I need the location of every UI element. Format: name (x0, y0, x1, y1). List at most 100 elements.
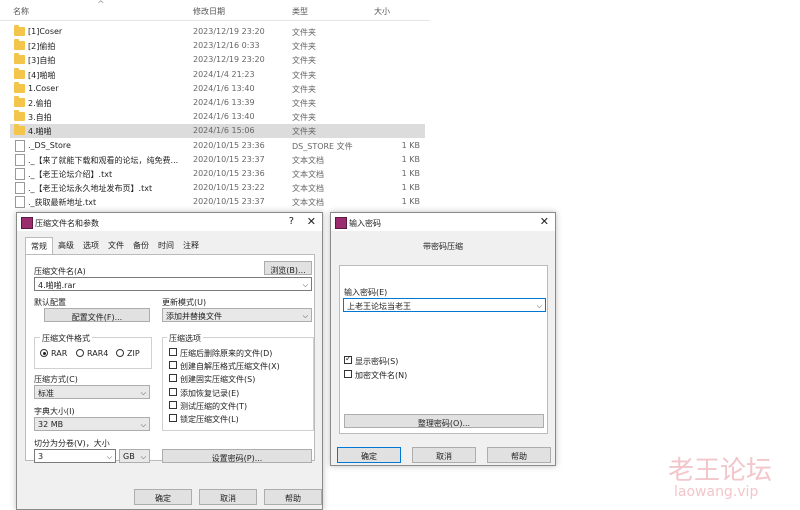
file-name: ._获取最新地址.txt (28, 198, 97, 208)
password-cancel-button[interactable]: 取消 (412, 447, 476, 463)
file-type: 文本文档 (292, 155, 324, 165)
option-checkbox[interactable] (169, 348, 177, 356)
tab-4[interactable]: 备份 (129, 237, 153, 254)
file-name: [2]偷拍 (28, 42, 56, 52)
dict-value: 32 MB (38, 420, 64, 429)
column-date[interactable]: 修改日期 (193, 6, 225, 17)
file-row[interactable]: [3]自拍 2023/12/19 23:20 文件夹 (10, 53, 425, 67)
file-row[interactable]: 3.自拍 2024/1/6 13:40 文件夹 (10, 110, 425, 124)
file-size: 1 KB (401, 154, 420, 164)
file-name: 2.偷拍 (28, 99, 52, 108)
password-input[interactable]: 上老王论坛当老王 ⌵ (343, 298, 546, 312)
text-file-icon (15, 153, 25, 166)
folder-icon (14, 81, 25, 93)
file-row[interactable]: 4.啪啪 2024/1/6 15:06 文件夹 (10, 124, 425, 139)
chevron-down-icon[interactable]: ⌵ (537, 302, 542, 311)
file-row[interactable]: [1]Coser 2023/12/19 23:20 文件夹 (10, 25, 425, 39)
split-size-input[interactable]: 3 ⌵ (34, 449, 116, 463)
cancel-button[interactable]: 取消 (199, 489, 257, 505)
close-icon[interactable]: ✕ (540, 215, 549, 228)
option-checkbox[interactable] (169, 361, 177, 370)
set-password-button[interactable]: 设置密码(P)... (162, 449, 312, 463)
help-question-button[interactable]: ? (289, 216, 294, 227)
chevron-down-icon: ⌵ (106, 453, 112, 461)
chevron-down-icon: ⌵ (302, 312, 308, 320)
split-size-value: 3 (38, 452, 44, 461)
tab-0[interactable]: 常规 (25, 237, 53, 255)
column-type[interactable]: 类型 (292, 6, 308, 17)
format-rar-radio[interactable] (40, 349, 48, 357)
default-config-label: 默认配置 (34, 298, 66, 307)
file-row[interactable]: 1.Coser 2024/1/6 13:40 文件夹 (10, 81, 425, 96)
tab-1[interactable]: 高级 (54, 237, 78, 254)
file-name: ._【老王论坛介绍】.txt (28, 170, 113, 179)
file-date: 2024/1/6 13:40 (193, 83, 255, 93)
file-type: 文件夹 (292, 28, 316, 37)
file-row[interactable]: [2]偷拍 2023/12/16 0:33 文件夹 (10, 39, 425, 53)
watermark-logo: 老王论坛 (668, 456, 773, 486)
file-row[interactable]: ._获取最新地址.txt 2020/10/15 23:37 文本文档 1 KB (10, 195, 425, 209)
password-ok-button[interactable]: 确定 (337, 447, 401, 463)
watermark-url: laowang.vip (674, 484, 759, 500)
file-row[interactable]: ._【老王论坛介绍】.txt 2020/10/15 23:36 文本文档 1 KB (10, 167, 425, 181)
folder-icon (14, 25, 25, 36)
file-row[interactable]: ._【老王论坛永久地址发布页】.txt 2020/10/15 23:22 文本文档 1… (10, 181, 425, 195)
file-date: 2020/10/15 23:37 (193, 197, 265, 207)
sort-up-icon: ^ (97, 0, 105, 10)
tab-5[interactable]: 时间 (154, 237, 178, 254)
archive-dialog-titlebar: 压缩文件名和参数 ? ✕ (17, 213, 322, 231)
folder-icon (14, 53, 25, 65)
method-label: 压缩方式(C) (34, 375, 78, 384)
option-checkbox[interactable] (169, 387, 177, 396)
tab-2[interactable]: 选项 (79, 237, 103, 254)
chevron-down-icon: ⌵ (140, 389, 146, 397)
folder-icon (14, 96, 25, 107)
file-row[interactable]: ._DS_Store 2020/10/15 23:36 DS_STORE 文件 1 K… (10, 139, 425, 153)
dict-select[interactable]: 32 MB ⌵ (34, 417, 150, 431)
file-name: ._【来了就能下载和观看的论坛，纯免费... (28, 155, 179, 165)
option-checkbox[interactable] (169, 374, 177, 383)
column-size[interactable]: 大小 (374, 6, 390, 17)
file-type: 文件夹 (292, 113, 316, 123)
ok-button[interactable]: 确定 (134, 489, 192, 505)
option-checkbox[interactable] (169, 400, 177, 409)
tab-3[interactable]: 文件 (104, 237, 128, 254)
file-type: DS_STORE 文件 (292, 141, 353, 151)
file-date: 2024/1/6 13:39 (193, 98, 255, 107)
file-type: 文本文档 (292, 184, 324, 194)
column-name[interactable]: 名称 (13, 6, 29, 17)
browse-button[interactable]: 浏览(B)... (264, 261, 312, 275)
file-row[interactable]: ._【来了就能下载和观看的论坛，纯免费... 2020/10/15 23:37 文本… (10, 153, 425, 167)
format-zip-radio[interactable] (116, 349, 124, 357)
method-select[interactable]: 标准 ⌵ (34, 385, 150, 399)
format-rar4-radio[interactable] (76, 349, 84, 357)
options-group-label: 压缩选项 (167, 333, 203, 344)
file-name: 4.啪啪 (28, 127, 52, 137)
file-row[interactable]: [4]啪啪 2024/1/4 21:23 文件夹 (10, 67, 425, 82)
help-button[interactable]: 帮助 (264, 489, 322, 505)
update-mode-select[interactable]: 添加并替换文件 ⌵ (162, 308, 312, 322)
password-label: 输入密码(E) (344, 288, 388, 297)
file-date: 2024/1/6 15:06 (193, 126, 255, 136)
method-value: 标准 (38, 389, 54, 398)
archive-name-label: 压缩文件名(A) (34, 267, 86, 276)
organize-passwords-button[interactable]: 整理密码(O)... (344, 414, 544, 428)
file-row[interactable]: 2.偷拍 2024/1/6 13:39 文件夹 (10, 96, 425, 110)
archive-name-input[interactable]: 4.啪啪.rar ⌵ (34, 277, 312, 291)
encrypt-names-label: 加密文件名(N) (355, 371, 408, 380)
file-date: 2024/1/6 13:40 (193, 112, 255, 122)
folder-icon (14, 110, 25, 122)
option-label: 测试压缩的文件(T) (180, 401, 248, 411)
option-checkbox[interactable] (169, 414, 177, 422)
tab-6[interactable]: 注释 (179, 237, 203, 254)
config-button[interactable]: 配置文件(F)... (44, 308, 150, 322)
chevron-down-icon[interactable]: ⌵ (303, 281, 308, 290)
file-type: 文件夹 (292, 84, 316, 94)
option-label: 添加恢复记录(E) (180, 388, 240, 398)
close-icon[interactable]: ✕ (307, 215, 316, 228)
split-unit-select[interactable]: GB ⌵ (119, 449, 150, 463)
show-password-checkbox[interactable]: ✓ (344, 354, 352, 364)
encrypt-names-checkbox[interactable] (344, 370, 352, 378)
file-size: 1 KB (401, 183, 420, 193)
password-help-button[interactable]: 帮助 (487, 447, 551, 463)
